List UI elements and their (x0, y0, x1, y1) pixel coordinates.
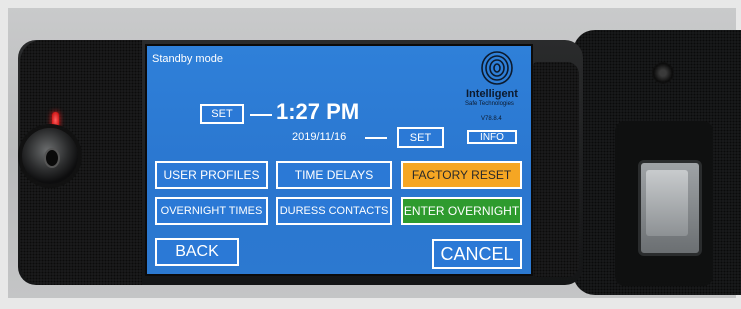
date-display: 2019/11/16 (292, 131, 347, 143)
brand-name: Intelligent (466, 88, 518, 100)
brand-subtitle: Safe Technologies (465, 101, 514, 107)
user-profiles-button[interactable]: USER PROFILES (155, 161, 268, 189)
reader-indicator (652, 62, 674, 84)
factory-reset-button[interactable]: FACTORY RESET (401, 161, 522, 189)
mode-label: Standby mode (152, 53, 223, 65)
back-button[interactable]: BACK (155, 238, 239, 266)
key-slot (44, 148, 60, 168)
status-led (52, 112, 59, 128)
touch-screen: Standby mode Intelligent Safe Technologi… (145, 44, 533, 276)
enter-overnight-button[interactable]: ENTER OVERNIGHT (401, 197, 522, 225)
time-delays-button[interactable]: TIME DELAYS (276, 161, 392, 189)
set-date-button[interactable]: SET (397, 127, 444, 148)
fingerprint-icon (481, 51, 513, 85)
date-dash (365, 137, 387, 139)
duress-contacts-button[interactable]: DURESS CONTACTS (276, 197, 392, 225)
fingerprint-sensor-pad[interactable] (646, 170, 688, 236)
set-time-button[interactable]: SET (200, 104, 244, 124)
key-lock[interactable] (22, 128, 78, 184)
cancel-button[interactable]: CANCEL (432, 239, 522, 269)
right-speaker-grille (533, 62, 579, 277)
overnight-times-button[interactable]: OVERNIGHT TIMES (155, 197, 268, 225)
firmware-version: V78.8.4 (481, 116, 502, 122)
clock-time: 1:27 PM (276, 99, 360, 124)
time-dash (250, 114, 272, 116)
info-button[interactable]: INFO (467, 130, 517, 144)
